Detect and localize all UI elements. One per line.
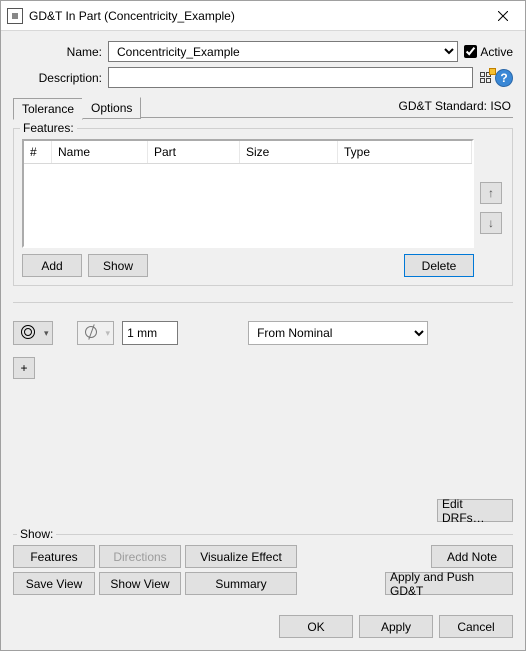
tab-tolerance[interactable]: Tolerance	[13, 98, 83, 120]
active-text: Active	[480, 45, 513, 59]
name-label: Name:	[13, 45, 108, 59]
move-up-button[interactable]: ↑	[480, 182, 502, 204]
show-view-button[interactable]: Show View	[99, 572, 181, 595]
grid-icon	[477, 69, 495, 87]
tolerance-value-input[interactable]	[122, 321, 178, 345]
features-legend: Features:	[20, 121, 77, 135]
dialog-footer: OK Apply Cancel	[1, 607, 525, 650]
show-button[interactable]: Show	[88, 254, 148, 277]
description-row: Description: ?	[13, 67, 513, 88]
up-arrow-icon: ↑	[488, 186, 494, 200]
description-label: Description:	[13, 71, 108, 85]
title-bar[interactable]: GD&T In Part (Concentricity_Example)	[1, 1, 525, 31]
show-row-2: Save View Show View Summary Apply and Pu…	[13, 572, 513, 595]
chevron-down-icon: ▾	[44, 328, 49, 339]
down-arrow-icon: ↓	[488, 216, 494, 230]
reorder-arrows: ↑ ↓	[480, 139, 504, 277]
help-icon: ?	[495, 69, 513, 87]
apply-button[interactable]: Apply	[359, 615, 433, 638]
col-size[interactable]: Size	[240, 141, 338, 163]
ok-button[interactable]: OK	[279, 615, 353, 638]
apply-push-button[interactable]: Apply and Push GD&T	[385, 572, 513, 595]
show-row-1: Features Directions Visualize Effect Add…	[13, 545, 513, 568]
col-num[interactable]: #	[24, 141, 52, 163]
add-button[interactable]: Add	[22, 254, 82, 277]
tolerance-controls: ▾ ▾ From Nominal	[13, 321, 513, 345]
cancel-button[interactable]: Cancel	[439, 615, 513, 638]
directions-button: Directions	[99, 545, 181, 568]
close-button[interactable]	[481, 1, 525, 31]
app-icon	[7, 8, 23, 24]
save-view-button[interactable]: Save View	[13, 572, 95, 595]
show-legend: Show:	[17, 527, 56, 541]
grid-settings-button[interactable]	[477, 68, 495, 88]
name-row: Name: Concentricity_Example Active	[13, 41, 513, 62]
active-checkbox-label[interactable]: Active	[464, 45, 513, 59]
tab-strip: Tolerance Options GD&T Standard: ISO	[13, 97, 513, 120]
edit-drfs-button[interactable]: Edit DRFs…	[437, 499, 513, 522]
dialog-window: GD&T In Part (Concentricity_Example) Nam…	[0, 0, 526, 651]
separator	[13, 302, 513, 303]
delete-button[interactable]: Delete	[404, 254, 474, 277]
name-select[interactable]: Concentricity_Example	[108, 41, 458, 62]
col-type[interactable]: Type	[338, 141, 472, 163]
edit-drf-row: Edit DRFs…	[13, 491, 513, 522]
move-down-button[interactable]: ↓	[480, 212, 502, 234]
feature-buttons: Add Show Delete	[22, 254, 474, 277]
summary-button[interactable]: Summary	[185, 572, 297, 595]
help-button[interactable]: ?	[495, 68, 513, 88]
symbol-dropdown[interactable]: ▾	[13, 321, 53, 345]
modifier-dropdown[interactable]: ▾	[77, 321, 115, 345]
col-part[interactable]: Part	[148, 141, 240, 163]
features-button[interactable]: Features	[13, 545, 95, 568]
standard-label: GD&T Standard: ISO	[140, 99, 513, 118]
visualize-effect-button[interactable]: Visualize Effect	[185, 545, 297, 568]
table-header: # Name Part Size Type	[24, 141, 472, 164]
features-table[interactable]: # Name Part Size Type	[22, 139, 474, 248]
features-group: Features: # Name Part Size Type Add Sh	[13, 128, 513, 286]
active-checkbox[interactable]	[464, 45, 477, 58]
tab-options[interactable]: Options	[82, 97, 141, 119]
content-area: Name: Concentricity_Example Active Descr…	[1, 31, 525, 607]
diameter-icon	[84, 325, 100, 341]
datum-source-select[interactable]: From Nominal	[248, 321, 428, 345]
concentricity-icon	[20, 324, 38, 342]
window-title: GD&T In Part (Concentricity_Example)	[29, 9, 481, 23]
tolerance-panel: Features: # Name Part Size Type Add Sh	[13, 120, 513, 522]
close-icon	[498, 11, 508, 21]
col-name[interactable]: Name	[52, 141, 148, 163]
description-input[interactable]	[108, 67, 473, 88]
add-tolerance-button[interactable]: +	[13, 357, 35, 379]
add-note-button[interactable]: Add Note	[431, 545, 513, 568]
show-group: Show: Features Directions Visualize Effe…	[13, 534, 513, 607]
chevron-down-icon: ▾	[106, 328, 111, 339]
